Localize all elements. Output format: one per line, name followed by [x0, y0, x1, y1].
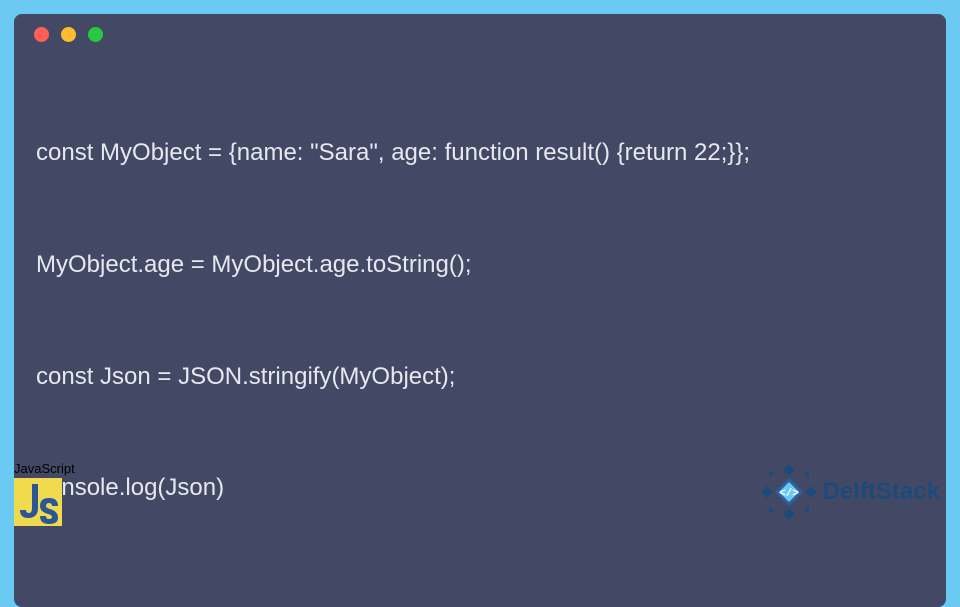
delftstack-logo-icon: </>	[759, 462, 819, 522]
code-line: const MyObject = {name: "Sara", age: fun…	[36, 134, 924, 171]
code-line: MyObject.age = MyObject.age.toString();	[36, 246, 924, 283]
javascript-logo-icon	[14, 478, 62, 526]
delftstack-badge: </> DelftStack	[759, 462, 940, 522]
window-titlebar	[14, 14, 946, 54]
javascript-label: JavaScript	[14, 461, 75, 476]
close-icon	[34, 27, 49, 42]
svg-text:</>: </>	[779, 488, 799, 500]
javascript-badge: JavaScript	[14, 461, 75, 526]
delftstack-brand-text: DelftStack	[823, 478, 940, 506]
maximize-icon	[88, 27, 103, 42]
code-line: const Json = JSON.stringify(MyObject);	[36, 358, 924, 395]
minimize-icon	[61, 27, 76, 42]
